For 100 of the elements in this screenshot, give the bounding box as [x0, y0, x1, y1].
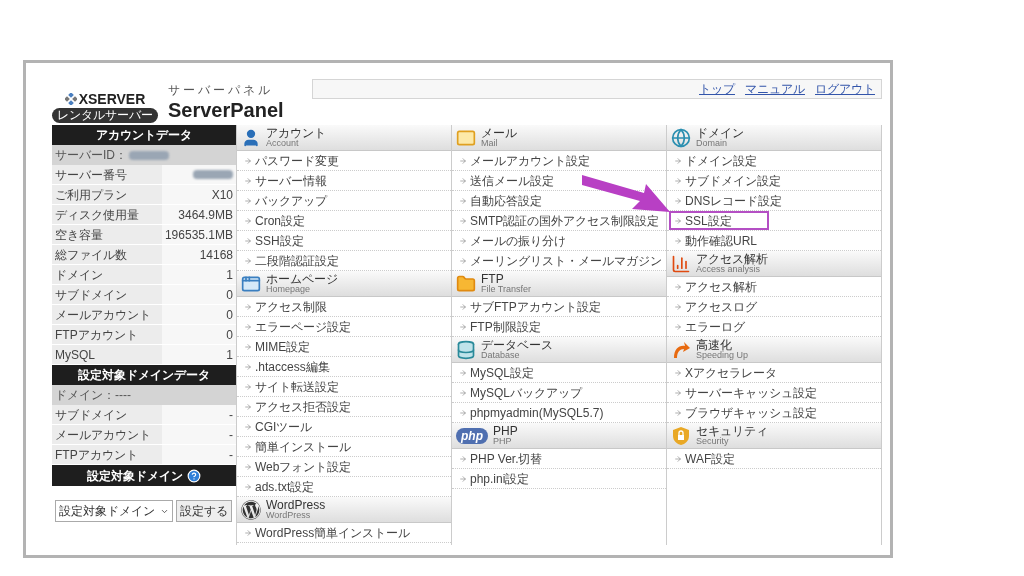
menu-link[interactable]: SMTP認証の国外アクセス制限設定	[454, 211, 665, 230]
section-title: ドメイン	[696, 127, 744, 139]
person-icon	[241, 127, 261, 148]
apply-button[interactable]: 設定する	[176, 500, 232, 522]
data-label: メールアカウント	[52, 425, 162, 444]
arrow-icon	[459, 408, 467, 417]
data-label: MySQL	[52, 345, 162, 364]
menu-link[interactable]: サーバー情報	[239, 171, 332, 190]
menu-link[interactable]: ドメイン設定	[669, 151, 762, 170]
domain-select[interactable]: 設定対象ドメイン	[55, 500, 173, 522]
arrow-icon	[459, 322, 467, 331]
menu-link[interactable]: DNSレコード設定	[669, 191, 788, 210]
menu-link[interactable]: MySQLバックアップ	[454, 383, 587, 402]
menu-link[interactable]: SSL設定	[669, 211, 769, 230]
menu-link[interactable]: MIME設定	[239, 337, 316, 356]
arrow-icon	[459, 156, 467, 165]
section-subtitle: PHP	[493, 437, 513, 446]
menu-link[interactable]: サーバーキャッシュ設定	[669, 383, 822, 402]
menu-link[interactable]: ads.txt設定	[239, 477, 320, 496]
menu-link[interactable]: アクセスログ	[669, 297, 762, 316]
data-label: FTPアカウント	[52, 325, 162, 344]
data-value: 0	[162, 325, 236, 344]
header-link[interactable]: トップ	[699, 81, 735, 97]
menu-link[interactable]: FTP制限設定	[454, 317, 546, 336]
section-title: 高速化	[696, 339, 732, 351]
section-title: アクセス解析	[696, 253, 768, 265]
arrow-icon	[244, 176, 252, 185]
data-label: ご利用プラン	[52, 185, 162, 204]
menu-link[interactable]: アクセス拒否設定	[239, 397, 356, 416]
arrow-icon	[459, 302, 467, 311]
menu-link[interactable]: エラーページ設定	[239, 317, 356, 336]
arrow-icon	[244, 256, 252, 265]
menu-link[interactable]: 簡単インストール	[239, 437, 356, 456]
menu-link[interactable]: WordPress簡単インストール	[239, 523, 416, 542]
data-value: 196535.1MB	[161, 225, 236, 244]
arrow-icon	[244, 236, 252, 245]
help-icon[interactable]	[187, 468, 201, 483]
arrow-icon	[674, 176, 682, 185]
menu-link[interactable]: アクセス制限	[239, 297, 332, 316]
data-label: サブドメイン	[52, 405, 162, 424]
section-title: WordPress	[266, 499, 326, 511]
menu-link[interactable]: パスワード変更	[239, 151, 344, 170]
globe-icon	[671, 127, 691, 148]
menu-link[interactable]: ブラウザキャッシュ設定	[669, 403, 822, 422]
menu-link[interactable]: phpmyadmin(MySQL5.7)	[454, 403, 609, 422]
arrow-icon	[459, 368, 467, 377]
data-value: X10	[162, 185, 236, 204]
arrow-icon	[244, 422, 252, 431]
data-label: 総ファイル数	[52, 245, 162, 264]
section-title: セキュリティ	[696, 425, 768, 437]
arrow-icon	[244, 442, 252, 451]
arrow-icon	[674, 408, 682, 417]
menu-link[interactable]: 自動応答設定	[454, 191, 547, 210]
menu-link[interactable]: バックアップ	[239, 191, 332, 210]
arrow-icon	[674, 236, 682, 245]
arrow-icon	[674, 322, 682, 331]
menu-link[interactable]: メールの振り分け	[454, 231, 571, 250]
section-subtitle: Speeding Up	[696, 351, 749, 360]
menu-link[interactable]: .htaccess編集	[239, 357, 335, 376]
arrow-icon	[459, 388, 467, 397]
arrow-icon	[674, 368, 682, 377]
arrow-icon	[244, 216, 252, 225]
section-title: アカウント	[266, 127, 326, 139]
section-subtitle: Homepage	[266, 285, 312, 294]
menu-link[interactable]: Xアクセラレータ	[669, 363, 782, 382]
data-label: サーバー番号	[52, 165, 162, 184]
data-value: 14168	[162, 245, 236, 264]
sidebar-heading: 設定対象ドメインデータ	[52, 365, 236, 385]
panel-kana: サーバーパネル	[168, 83, 274, 98]
menu-link[interactable]: 二段階認証設定	[239, 251, 344, 270]
header-link[interactable]: ログアウト	[815, 81, 875, 97]
menu-link[interactable]: php.ini設定	[454, 469, 535, 488]
data-value: -	[162, 425, 236, 444]
data-value: 0	[162, 305, 236, 324]
arrow-icon	[459, 454, 467, 463]
data-value: -	[162, 405, 236, 424]
menu-link[interactable]: メールアカウント設定	[454, 151, 595, 170]
menu-link[interactable]: エラーログ	[669, 317, 750, 336]
menu-link[interactable]: Cron設定	[239, 211, 310, 230]
arrow-icon	[459, 256, 467, 265]
header-link[interactable]: マニュアル	[745, 81, 805, 97]
data-label: ディスク使用量	[52, 205, 162, 224]
arrow-icon	[459, 216, 467, 225]
section-title: FTP	[481, 273, 504, 285]
menu-link[interactable]: PHP Ver.切替	[454, 449, 548, 468]
wordpress-icon	[241, 499, 261, 520]
menu-link[interactable]: アクセス解析	[669, 277, 762, 296]
menu-link[interactable]: 送信メール設定	[454, 171, 559, 190]
menu-link[interactable]: メーリングリスト・メールマガジン	[454, 251, 667, 270]
menu-link[interactable]: SSH設定	[239, 231, 309, 250]
menu-link[interactable]: Webフォント設定	[239, 457, 357, 476]
menu-link[interactable]: サブFTPアカウント設定	[454, 297, 606, 316]
menu-link[interactable]: サブドメイン設定	[669, 171, 786, 190]
menu-link[interactable]: 動作確認URL	[669, 231, 762, 250]
menu-link[interactable]: サイト転送設定	[239, 377, 344, 396]
arrow-icon	[674, 302, 682, 311]
menu-link[interactable]: CGIツール	[239, 417, 318, 436]
menu-link[interactable]: WAF設定	[669, 449, 741, 468]
section-title: PHP	[493, 425, 518, 437]
menu-link[interactable]: MySQL設定	[454, 363, 539, 382]
